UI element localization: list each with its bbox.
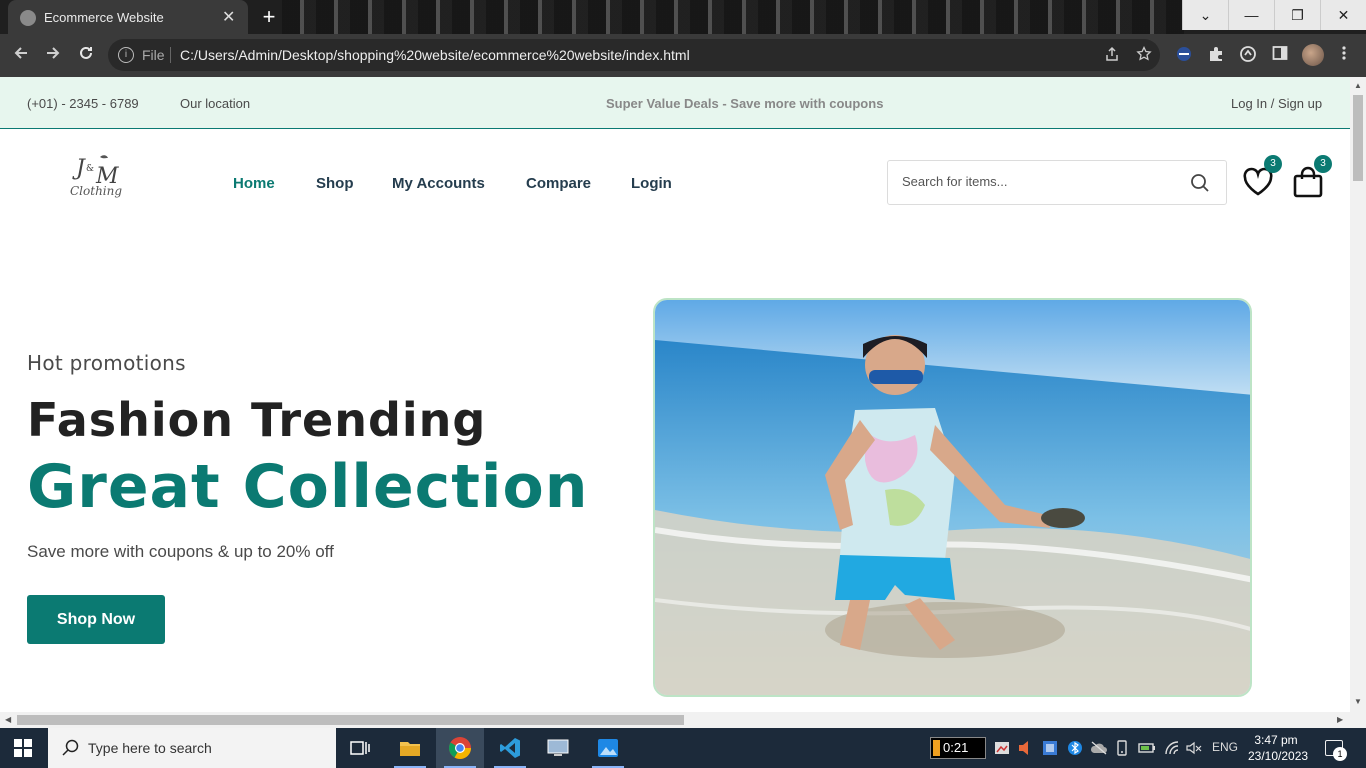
header-topbar: (+01) - 2345 - 6789 Our location Super V…: [0, 77, 1350, 129]
nav-home[interactable]: Home: [233, 175, 275, 192]
system-clock[interactable]: 3:47 pm 23/10/2023: [1248, 732, 1309, 764]
wifi-icon[interactable]: [1164, 740, 1180, 759]
windows-taskbar: Type here to search 0:21 ENG 3:47 pm 23/…: [0, 728, 1366, 768]
hero-subtitle: Hot promotions: [27, 351, 186, 375]
remote-desktop-icon[interactable]: [534, 728, 582, 768]
star-icon[interactable]: [1136, 45, 1152, 67]
main-header: J & M Clothing Home Shop My Accounts Com…: [0, 129, 1350, 239]
restore-button[interactable]: ❐: [1274, 0, 1320, 30]
sync-icon[interactable]: [1238, 45, 1258, 65]
sidebar-icon[interactable]: [1270, 45, 1290, 65]
address-divider: [170, 47, 171, 63]
hero-title: Fashion Trending: [27, 393, 487, 447]
site-logo[interactable]: J & M Clothing: [62, 149, 132, 209]
profile-avatar[interactable]: [1302, 44, 1324, 66]
horizontal-scrollbar[interactable]: ◀ ▶: [0, 712, 1366, 728]
hero-highlight: Great Collection: [27, 452, 589, 522]
search-box: [887, 160, 1227, 205]
vertical-scrollbar[interactable]: ▲ ▼: [1350, 77, 1366, 712]
browser-toolbar: i File C:/Users/Admin/Desktop/shopping%2…: [0, 34, 1366, 77]
extension-icon[interactable]: [1174, 45, 1194, 65]
bluetooth-icon[interactable]: [1068, 740, 1082, 759]
url-text[interactable]: C:/Users/Admin/Desktop/shopping%20websit…: [180, 47, 690, 63]
globe-icon: [20, 10, 36, 26]
deal-banner: Super Value Deals - Save more with coupo…: [606, 96, 884, 111]
minimize-button[interactable]: —: [1228, 0, 1274, 30]
battery-icon[interactable]: [1138, 740, 1156, 759]
page-viewport: (+01) - 2345 - 6789 Our location Super V…: [0, 77, 1350, 712]
tab-title: Ecommerce Website: [44, 10, 164, 25]
cart-count-badge: 3: [1314, 155, 1332, 173]
nav-compare[interactable]: Compare: [526, 175, 591, 192]
tray-app-icon[interactable]: [994, 740, 1010, 759]
wishlist-count-badge: 3: [1264, 155, 1282, 173]
info-icon[interactable]: i: [118, 47, 134, 63]
photos-icon[interactable]: [584, 728, 632, 768]
svg-text:&: &: [86, 164, 94, 174]
phone-number: (+01) - 2345 - 6789: [27, 96, 139, 111]
reload-icon[interactable]: [75, 44, 97, 66]
scroll-right-arrow[interactable]: ▶: [1337, 715, 1343, 724]
hero-image: [653, 298, 1252, 697]
nav-shop[interactable]: Shop: [316, 175, 354, 192]
file-scheme-label: File: [142, 47, 165, 63]
scroll-left-arrow[interactable]: ◀: [5, 715, 11, 724]
browser-tab[interactable]: Ecommerce Website ✕: [8, 0, 248, 34]
nav-my-accounts[interactable]: My Accounts: [392, 175, 485, 192]
file-explorer-icon[interactable]: [386, 728, 434, 768]
tray-device-icon[interactable]: [1114, 740, 1130, 759]
back-icon[interactable]: [10, 44, 32, 66]
tray-monitor-icon[interactable]: [1042, 740, 1058, 759]
horizontal-scroll-thumb[interactable]: [17, 715, 684, 725]
location-link[interactable]: Our location: [180, 96, 250, 111]
search-icon[interactable]: [1190, 173, 1210, 198]
address-bar[interactable]: i File C:/Users/Admin/Desktop/shopping%2…: [108, 39, 1160, 71]
svg-text:Clothing: Clothing: [70, 184, 122, 198]
scroll-down-arrow[interactable]: ▼: [1354, 697, 1362, 706]
windows-start-icon[interactable]: [14, 739, 32, 757]
puzzle-icon[interactable]: [1206, 45, 1226, 65]
hero-text: Save more with coupons & up to 20% off: [27, 542, 334, 561]
recording-timer[interactable]: 0:21: [930, 737, 986, 759]
search-input[interactable]: [902, 174, 1182, 189]
vertical-scroll-thumb[interactable]: [1353, 95, 1363, 181]
taskbar-search-box[interactable]: Type here to search: [48, 728, 336, 768]
close-window-button[interactable]: ✕: [1320, 0, 1366, 30]
tray-cloud-icon[interactable]: [1090, 740, 1108, 759]
vscode-icon[interactable]: [486, 728, 534, 768]
language-indicator[interactable]: ENG: [1212, 740, 1238, 754]
tab-search-button[interactable]: ⌄: [1182, 0, 1228, 30]
browser-theme-pattern: [282, 0, 1184, 34]
new-tab-button[interactable]: +: [258, 4, 280, 30]
menu-icon[interactable]: [1334, 45, 1354, 65]
volume-muted-icon[interactable]: [1186, 740, 1202, 759]
forward-icon[interactable]: [42, 44, 64, 66]
notification-count: 1: [1333, 747, 1347, 761]
share-icon[interactable]: [1104, 46, 1120, 67]
taskbar-search-icon: [62, 739, 80, 762]
chrome-icon[interactable]: [436, 728, 484, 768]
nav-login[interactable]: Login: [631, 175, 672, 192]
login-signup-link[interactable]: Log In / Sign up: [1231, 96, 1322, 111]
taskbar-search-text: Type here to search: [88, 740, 212, 756]
svg-text:J: J: [72, 156, 86, 181]
scroll-up-arrow[interactable]: ▲: [1354, 81, 1362, 90]
tab-close-icon[interactable]: ✕: [222, 7, 235, 27]
browser-tab-strip: Ecommerce Website ✕ + ⌄ — ❐ ✕: [0, 0, 1366, 34]
shop-now-button[interactable]: Shop Now: [27, 595, 165, 644]
clock-time: 3:47 pm: [1254, 733, 1298, 747]
clock-date: 23/10/2023: [1248, 749, 1309, 763]
task-view-icon[interactable]: [336, 728, 384, 768]
speaker-icon[interactable]: [1018, 740, 1032, 759]
